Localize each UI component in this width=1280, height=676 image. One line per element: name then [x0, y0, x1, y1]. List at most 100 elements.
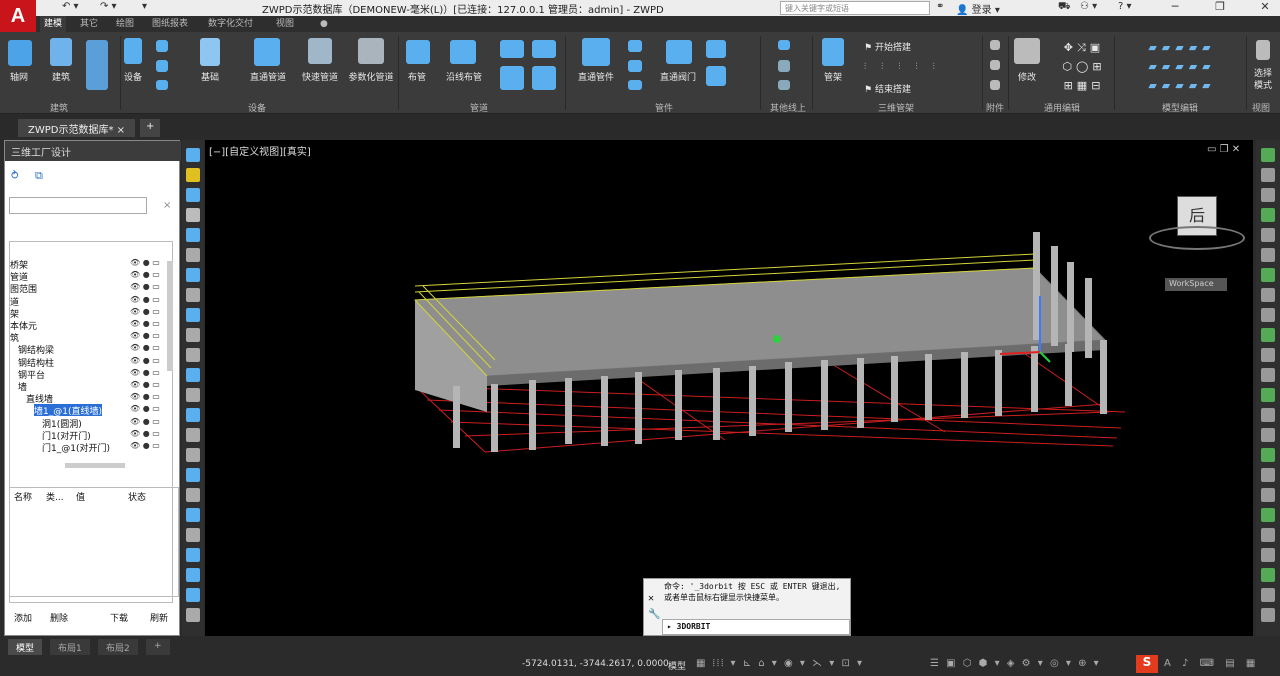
view-tool-icon[interactable]	[1261, 548, 1275, 562]
help-search-input[interactable]: 键入关键字或短语	[780, 1, 930, 15]
foundation-button[interactable]: 基础	[192, 70, 228, 83]
toolbar-tool-icon[interactable]	[186, 408, 200, 422]
tab-drawing[interactable]: 绘图	[112, 16, 138, 32]
tree-search-input[interactable]	[9, 197, 147, 214]
viewcube-compass[interactable]	[1149, 226, 1245, 250]
toolbar-tool-icon[interactable]	[186, 308, 200, 322]
model-space-button[interactable]: 模型	[668, 659, 686, 672]
visibility-icons[interactable]: 👁 ● ▭	[130, 307, 166, 319]
visibility-icons[interactable]: 👁 ● ▭	[130, 343, 166, 355]
tree-item[interactable]: 图范围	[10, 282, 37, 295]
command-window[interactable]: ✕ 🔧 命令: '_3dorbit 按 ESC 或 ENTER 键退出, 或者单…	[643, 578, 851, 636]
line-small-icon[interactable]	[778, 40, 790, 50]
add-button[interactable]: 添加	[9, 611, 37, 627]
tab-modeling[interactable]: 建模	[40, 16, 67, 32]
cart-icon[interactable]: ⛟	[1058, 1, 1071, 14]
attachment-icon[interactable]	[990, 40, 1000, 50]
refresh-icon[interactable]: ⥁	[11, 169, 19, 182]
refresh-button[interactable]: 刷新	[145, 611, 173, 627]
visibility-icons[interactable]: 👁 ● ▭	[130, 258, 166, 270]
tree-item[interactable]: 架	[10, 307, 19, 320]
dropdown-icon[interactable]: ▾	[142, 1, 147, 12]
visibility-icons[interactable]: 👁 ● ▭	[130, 404, 166, 416]
toolbar-tool-icon[interactable]	[186, 528, 200, 542]
close-button[interactable]: ✕	[1250, 0, 1280, 16]
tree-item[interactable]: 桥架	[10, 258, 28, 271]
attachment-icon[interactable]	[990, 80, 1000, 90]
document-tab[interactable]: ZWPD示范数据库* ×	[18, 119, 136, 137]
toolbar-tool-icon[interactable]	[186, 608, 200, 622]
toolbar-tool-icon[interactable]	[186, 488, 200, 502]
visibility-icons[interactable]: 👁 ● ▭	[130, 429, 166, 441]
new-tab-button[interactable]: +	[140, 119, 161, 137]
status-tools-left[interactable]: ▦ ⦙⦙⦙ ▾ ⊾ ⌂ ▾ ◉ ▾ ⋋ ▾ ⊡ ▾	[696, 658, 864, 669]
visibility-icons[interactable]: 👁 ● ▭	[130, 356, 166, 368]
equipment-small-icon[interactable]	[156, 60, 168, 72]
toolbar-tool-icon[interactable]	[186, 228, 200, 242]
toolbar-tool-icon[interactable]	[186, 508, 200, 522]
delete-button[interactable]: 删除	[45, 611, 73, 627]
auto-icon[interactable]	[86, 40, 108, 90]
modify-button[interactable]: 修改	[1010, 70, 1044, 83]
add-layout-button[interactable]: +	[146, 639, 170, 655]
model-edit-tools[interactable]: ▰▰▰▰▰ ▰▰▰▰▰ ▰▰▰▰▰	[1118, 38, 1246, 95]
valve-small-icon[interactable]	[706, 40, 726, 58]
view-tool-icon[interactable]	[1261, 368, 1275, 382]
tab-layout2[interactable]: 布局2	[98, 639, 138, 655]
building-button[interactable]: 建筑	[44, 70, 78, 83]
axis-button[interactable]: 轴网	[2, 70, 36, 83]
common-edit-tools[interactable]: ✥⤨▣ ⬡◯⊞ ⊞▦⊟	[1054, 38, 1114, 95]
visibility-icons[interactable]: 👁 ● ▭	[130, 380, 166, 392]
toolbar-tool-icon[interactable]	[186, 468, 200, 482]
account-icon[interactable]: ⚇ ▾	[1080, 1, 1097, 12]
fitting-small-icon[interactable]	[628, 40, 642, 52]
tree-hscrollbar[interactable]	[65, 463, 125, 468]
view-tool-icon[interactable]	[1261, 408, 1275, 422]
tab-other[interactable]: 其它	[76, 16, 102, 32]
tree-item[interactable]: 钢平台	[18, 368, 45, 381]
valve-small-icon[interactable]	[706, 66, 726, 86]
tree-item[interactable]: 洞1(圆洞)	[42, 417, 82, 430]
visibility-icons[interactable]: 👁 ● ▭	[130, 441, 166, 453]
tee-icon[interactable]	[500, 66, 524, 90]
equipment-small-icon[interactable]	[156, 40, 168, 52]
view-tool-icon[interactable]	[1261, 248, 1275, 262]
binoculars-icon[interactable]: ⚭	[936, 1, 944, 12]
toolbar-tool-icon[interactable]	[186, 268, 200, 282]
toolbar-tool-icon[interactable]	[186, 248, 200, 262]
toolbar-tool-icon[interactable]	[186, 348, 200, 362]
tree-item[interactable]: 门1(对开门)	[42, 429, 91, 442]
app-logo[interactable]: A	[0, 0, 36, 32]
visibility-icons[interactable]: 👁 ● ▭	[130, 392, 166, 404]
toolbar-tool-icon[interactable]	[186, 548, 200, 562]
view-tool-icon[interactable]	[1261, 228, 1275, 242]
view-tool-icon[interactable]	[1261, 528, 1275, 542]
tree-item[interactable]: 直线墙	[26, 392, 53, 405]
tree-item[interactable]: 道	[10, 295, 19, 308]
clear-search-icon[interactable]: ×	[163, 200, 171, 211]
visibility-icons[interactable]: 👁 ● ▭	[130, 282, 166, 294]
wrench-icon[interactable]: 🔧	[648, 609, 660, 620]
fitting-small-icon[interactable]	[628, 80, 642, 90]
view-tool-icon[interactable]	[1261, 168, 1275, 182]
login-button[interactable]: 👤 登录 ▾	[956, 1, 1000, 16]
close-icon[interactable]: ✕	[648, 593, 654, 604]
toolbar-tool-icon[interactable]	[186, 388, 200, 402]
tab-digital-delivery[interactable]: 数字化交付	[204, 16, 257, 32]
view-tool-icon[interactable]	[1261, 588, 1275, 602]
visibility-icons[interactable]: 👁 ● ▭	[130, 319, 166, 331]
elbow-icon[interactable]	[500, 40, 524, 58]
toolbar-tool-icon[interactable]	[186, 328, 200, 342]
straight-valve-button[interactable]: 直通阀门	[656, 70, 700, 83]
toolbar-tool-icon[interactable]	[186, 448, 200, 462]
view-tool-icon[interactable]	[1261, 508, 1275, 522]
quick-pipe-button[interactable]: 快速管道	[298, 70, 342, 83]
redo-icon[interactable]: ↷ ▾	[100, 1, 117, 12]
3d-viewport[interactable]: [−][自定义视图][真实] ▭ ❐ ✕ 后 WorkSpace	[205, 140, 1253, 636]
view-tool-icon[interactable]	[1261, 308, 1275, 322]
tree-item[interactable]: 钢结构梁	[18, 343, 54, 356]
toolbar-tool-icon[interactable]	[186, 368, 200, 382]
visibility-icons[interactable]: 👁 ● ▭	[130, 295, 166, 307]
toolbar-tool-icon[interactable]	[186, 568, 200, 582]
toolbar-tool-icon[interactable]	[186, 148, 200, 162]
